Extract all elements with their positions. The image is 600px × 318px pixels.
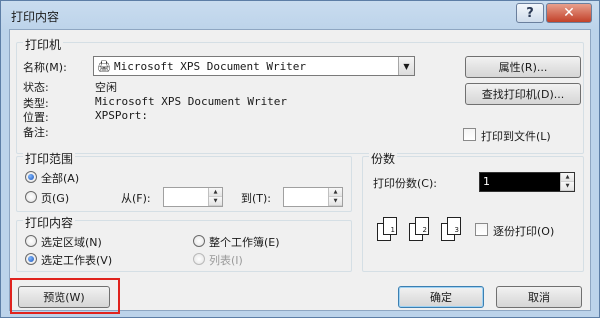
content-active-sheets-radio[interactable]: [25, 253, 37, 265]
print-dialog: 打印内容 ? ✕ 打印机 名称(M): 🖨 Microsoft XPS Docu…: [0, 0, 600, 318]
range-from-spinner[interactable]: ▲ ▼: [163, 187, 223, 207]
printer-type-value: Microsoft XPS Document Writer: [95, 95, 288, 108]
copies-count-spinner[interactable]: 1 ▲ ▼: [479, 172, 575, 192]
printer-group-label: 打印机: [23, 36, 64, 53]
collate-page-icon: 3: [447, 217, 461, 235]
content-selection-radio[interactable]: [25, 235, 37, 247]
title-bar: 打印内容 ? ✕: [1, 1, 599, 29]
printer-name-value: Microsoft XPS Document Writer: [114, 60, 307, 73]
print-to-file-checkbox[interactable]: [463, 128, 476, 141]
printer-name-label: 名称(M):: [23, 61, 67, 74]
collate-page-icon: 2: [415, 217, 429, 235]
dialog-client-area: 打印机 名称(M): 🖨 Microsoft XPS Document Writ…: [9, 29, 591, 314]
printer-location-label: 位置:: [23, 111, 49, 124]
range-all-label: 全部(A): [41, 172, 80, 185]
range-pages-label: 页(G): [41, 192, 70, 205]
printer-status-label: 状态:: [23, 81, 49, 94]
collate-checkbox[interactable]: [475, 223, 488, 236]
chevron-down-icon[interactable]: ▼: [398, 57, 414, 75]
range-all-radio[interactable]: [25, 171, 37, 183]
spin-down-icon[interactable]: ▼: [209, 197, 222, 206]
content-workbook-radio[interactable]: [193, 235, 205, 247]
collate-page-icon: 1: [383, 217, 397, 235]
copies-count-label: 打印份数(C):: [373, 177, 437, 190]
print-content-group-label: 打印内容: [23, 214, 76, 231]
print-range-group: 打印范围 全部(A) 页(G) 从(F): ▲ ▼ 到(T): ▲ ▼: [16, 150, 352, 212]
spin-up-icon[interactable]: ▲: [561, 173, 574, 182]
spin-up-icon[interactable]: ▲: [209, 188, 222, 197]
cancel-button[interactable]: 取消: [496, 286, 582, 308]
content-list-label: 列表(I): [209, 254, 243, 267]
print-content-group: 打印内容 选定区域(N) 整个工作簿(E) 选定工作表(V) 列表(I): [16, 214, 352, 272]
find-printer-button[interactable]: 查找打印机(D)...: [465, 83, 581, 105]
help-button[interactable]: ?: [516, 3, 544, 23]
spin-down-icon[interactable]: ▼: [561, 182, 574, 191]
printer-name-dropdown[interactable]: 🖨 Microsoft XPS Document Writer ▼: [93, 56, 415, 76]
printer-location-value: XPSPort:: [95, 109, 148, 122]
printer-comment-label: 备注:: [23, 126, 49, 139]
close-icon: ✕: [563, 5, 575, 21]
close-button[interactable]: ✕: [546, 3, 592, 23]
copies-count-value: 1: [480, 173, 560, 191]
spin-up-icon[interactable]: ▲: [329, 188, 342, 197]
highlight-annotation: [10, 278, 120, 314]
content-active-sheets-label: 选定工作表(V): [41, 254, 113, 267]
printer-icon: 🖨: [97, 60, 111, 73]
printer-status-value: 空闲: [95, 81, 117, 94]
copies-group-label: 份数: [369, 150, 398, 167]
range-to-spinner[interactable]: ▲ ▼: [283, 187, 343, 207]
range-from-label: 从(F):: [121, 192, 151, 205]
copies-group: 份数 打印份数(C): 1 ▲ ▼ 1 2 3 逐份打印(O): [362, 150, 584, 272]
collate-label: 逐份打印(O): [493, 225, 555, 238]
spin-down-icon[interactable]: ▼: [329, 197, 342, 206]
ok-button[interactable]: 确定: [398, 286, 484, 308]
help-icon: ?: [526, 5, 534, 21]
properties-button[interactable]: 属性(R)...: [465, 56, 581, 78]
range-to-label: 到(T):: [241, 192, 272, 205]
content-workbook-label: 整个工作簿(E): [209, 236, 280, 249]
range-pages-radio[interactable]: [25, 191, 37, 203]
printer-group: 打印机 名称(M): 🖨 Microsoft XPS Document Writ…: [16, 36, 584, 154]
print-range-group-label: 打印范围: [23, 150, 76, 167]
print-to-file-label: 打印到文件(L): [481, 130, 551, 143]
content-selection-label: 选定区域(N): [41, 236, 102, 249]
window-title: 打印内容: [11, 10, 60, 24]
content-list-radio[interactable]: [193, 253, 205, 265]
